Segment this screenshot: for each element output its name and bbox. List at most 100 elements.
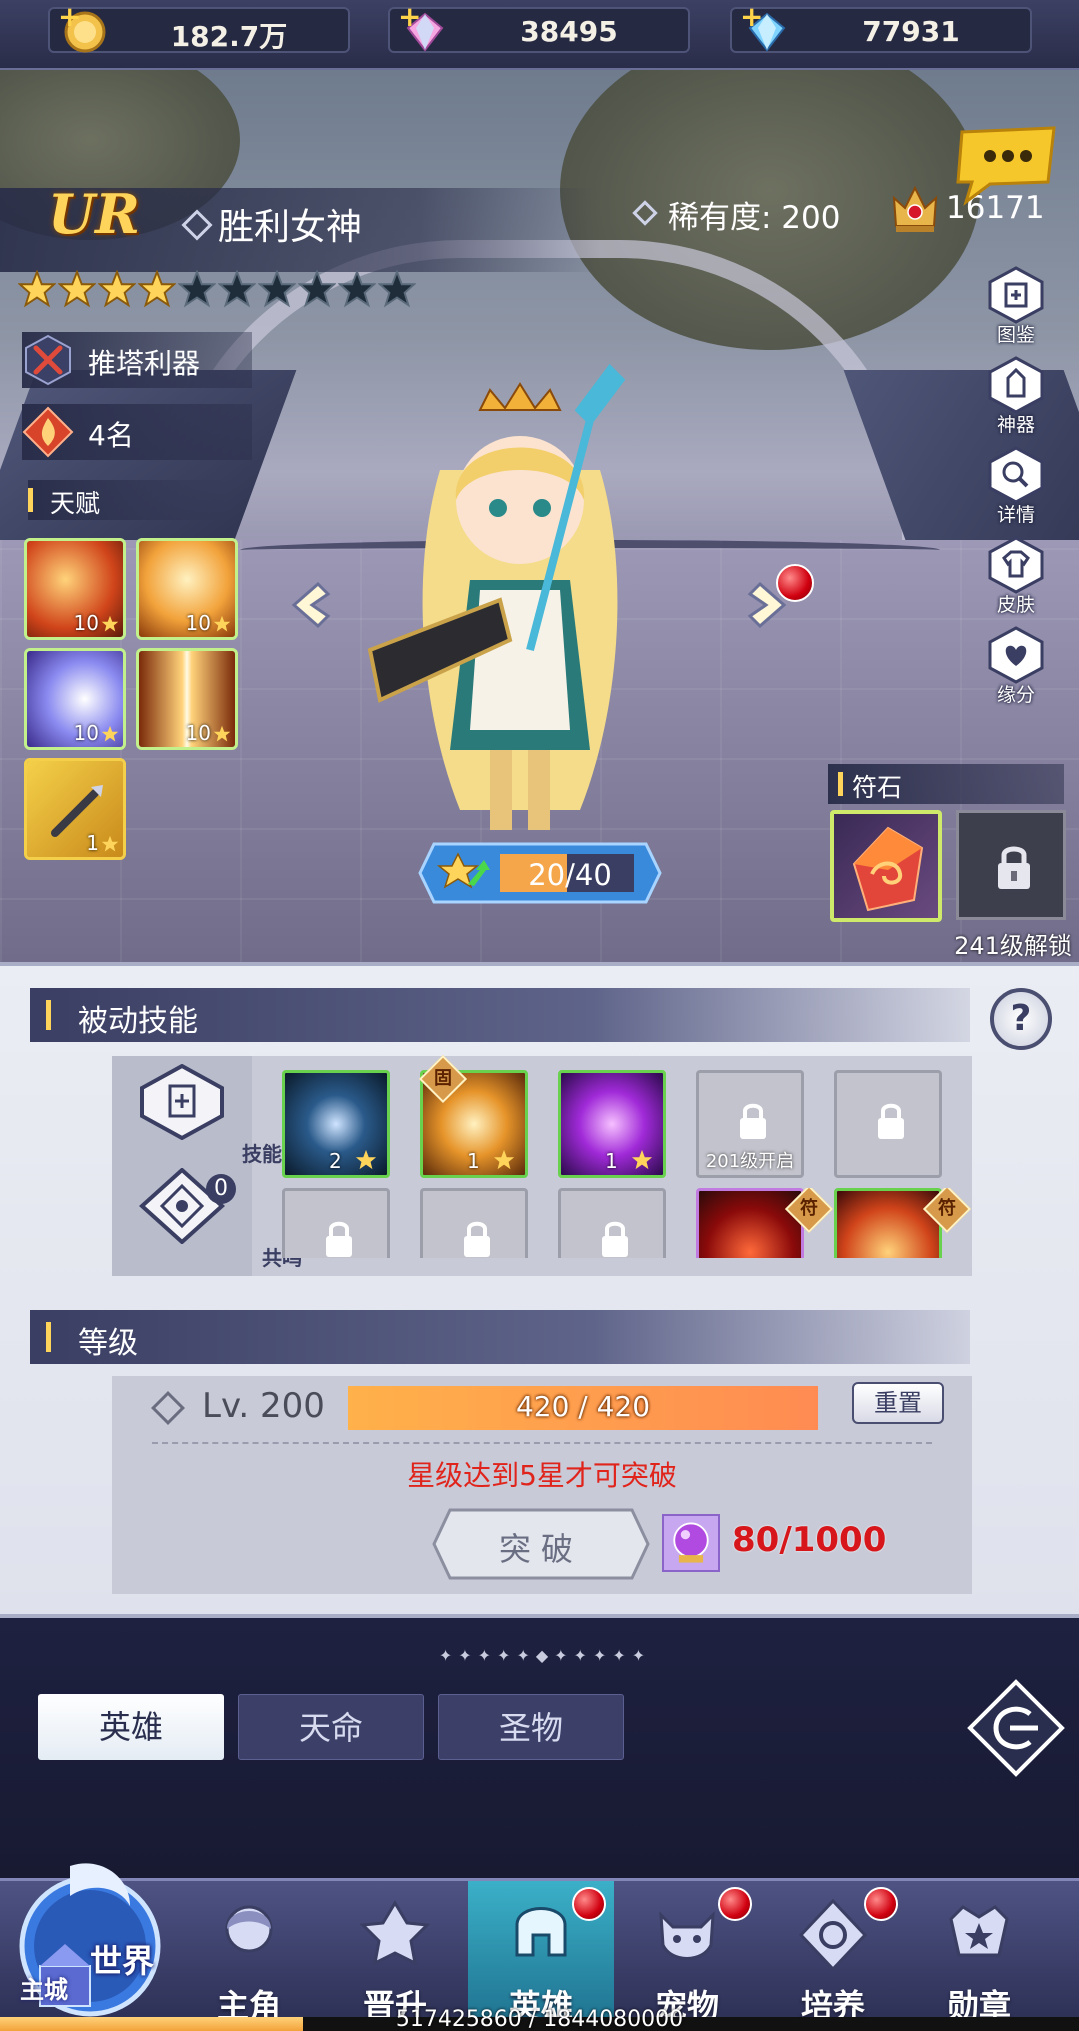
header-accent	[838, 772, 843, 796]
passive-skill-7-locked[interactable]	[420, 1188, 528, 1258]
star-empty-icon	[218, 270, 256, 308]
crossed-swords-icon	[25, 334, 71, 386]
skin-button[interactable]: 皮肤	[978, 536, 1054, 620]
codex-button[interactable]: 图鉴	[978, 266, 1054, 350]
notification-dot	[718, 1887, 752, 1921]
diamond-icon	[151, 1391, 185, 1425]
passive-skill-6-locked[interactable]	[282, 1188, 390, 1258]
talent-slot-4[interactable]: 10	[136, 648, 238, 750]
add-blue-gem-icon[interactable]: +	[740, 3, 763, 31]
blue-gem-counter[interactable]: + 77931	[730, 3, 1032, 53]
bond-button[interactable]: 缘分	[978, 626, 1054, 710]
header-accent	[46, 1000, 51, 1030]
role-tag-label: 推塔利器	[88, 347, 201, 380]
rank-tag[interactable]: 4名	[22, 404, 252, 460]
pet-icon	[659, 1911, 715, 1960]
passive-skill-5-locked[interactable]	[834, 1070, 942, 1178]
side-button-label: 皮肤	[996, 594, 1035, 616]
star-empty-icon	[178, 270, 216, 308]
artifact-button[interactable]: 神器	[978, 356, 1054, 440]
star-icon	[101, 615, 119, 632]
tab-destiny[interactable]: 天命	[238, 1694, 424, 1760]
talent-level: 10	[185, 611, 211, 635]
passive-skill-1[interactable]: 2	[282, 1070, 390, 1178]
crown-icon	[892, 185, 938, 232]
star-empty-icon	[338, 270, 376, 308]
side-button-label: 详情	[996, 504, 1035, 526]
prev-hero-arrow[interactable]	[288, 580, 338, 630]
talent-header: 天赋	[28, 480, 228, 520]
star-icon	[101, 835, 119, 852]
rune-slot[interactable]	[830, 810, 942, 922]
talent-level: 10	[185, 721, 211, 745]
skill-row-2: 符 符	[282, 1188, 972, 1258]
heart-icon	[988, 626, 1044, 684]
rune-skill-1[interactable]	[696, 1188, 804, 1258]
level-header: 等级	[30, 1310, 970, 1364]
passive-skill-3[interactable]: 1	[558, 1070, 666, 1178]
lock-icon	[998, 846, 1030, 889]
lock-icon	[602, 1221, 628, 1257]
hero-head-icon	[225, 1905, 273, 1953]
magnifier-icon	[988, 446, 1044, 504]
world-label: 世界	[90, 1942, 155, 1980]
account-exp-text: 517425860 / 1844080000	[395, 2007, 684, 2031]
hero-scene: UR 胜利女神 稀有度: 200 16171 推塔利器 4名 天赋 10 10 …	[0, 70, 1079, 962]
rarity-label: 稀有度: 200	[668, 200, 841, 236]
talent-level: 10	[73, 721, 99, 745]
pink-gem-counter[interactable]: + 38495	[388, 3, 690, 53]
passive-skill-4-locked[interactable]: 201级开启	[696, 1070, 804, 1178]
add-gold-icon[interactable]: +	[58, 3, 81, 31]
talent-slot-2[interactable]: 10	[136, 538, 238, 640]
skill-codex-button[interactable]: 技能图鉴	[132, 1063, 322, 1166]
tab-relic[interactable]: 圣物	[438, 1694, 624, 1760]
star-icon	[213, 725, 231, 742]
rune-header: 符石	[828, 764, 1064, 804]
add-pink-gem-icon[interactable]: +	[398, 3, 421, 31]
promotion-icon	[359, 1900, 431, 1966]
breakthrough-button[interactable]: 突破	[430, 1506, 652, 1582]
skill-level: 1	[605, 1149, 618, 1173]
skill-side-panel: 技能图鉴 共鸣 0	[112, 1056, 322, 1276]
blue-gem-value: 77931	[862, 15, 960, 48]
star-icon	[101, 725, 119, 742]
talent-slot-3[interactable]: 10	[24, 648, 126, 750]
notification-dot	[776, 564, 814, 602]
rune-unlock-text: 241级解锁	[954, 932, 1072, 960]
role-tag[interactable]: 推塔利器	[22, 332, 252, 388]
book-icon	[988, 266, 1044, 324]
talent-slot-5[interactable]: 1	[24, 758, 126, 860]
gold-value: 182.7万	[170, 20, 288, 53]
star-filled-icon	[18, 270, 56, 308]
chat-bubble-button[interactable]	[950, 122, 1060, 206]
artifact-icon	[988, 356, 1044, 414]
star-icon	[213, 615, 231, 632]
talent-slot-1[interactable]: 10	[24, 538, 126, 640]
reset-button[interactable]: 重置	[852, 1382, 944, 1424]
skill-level: 2	[329, 1149, 342, 1173]
fixed-skill-tag-label: 固	[434, 1068, 452, 1089]
star-icon	[493, 1149, 515, 1170]
help-button[interactable]: ?	[990, 988, 1052, 1050]
rune-title: 符石	[852, 773, 903, 802]
star-empty-icon	[258, 270, 296, 308]
gold-counter[interactable]: + 182.7万	[48, 3, 350, 53]
passive-skills-header: 被动技能	[30, 988, 970, 1042]
grade-badge: UR	[48, 182, 140, 246]
details-button[interactable]: 详情	[978, 446, 1054, 530]
breakthrough-label: 突破	[498, 1530, 583, 1568]
decorative-divider: ✦✦✦✦✦◆✦✦✦✦✦	[438, 1646, 652, 1665]
level-up-progress: 20/40	[528, 858, 612, 892]
rune-skill-2[interactable]	[834, 1188, 942, 1258]
passive-skill-8-locked[interactable]	[558, 1188, 666, 1258]
currency-bar: + 182.7万 + 38495 + 77931	[0, 0, 1079, 70]
lock-icon	[878, 1103, 904, 1139]
level-box: Lv. 200 420 / 420 重置 星级达到5星才可突破 突破 80/10…	[112, 1376, 972, 1594]
hero-character[interactable]	[350, 350, 690, 850]
breakthrough-hint: 星级达到5星才可突破	[407, 1459, 677, 1492]
dotted-divider	[152, 1442, 932, 1444]
switch-view-button[interactable]	[966, 1678, 1066, 1778]
rune-slot-locked[interactable]	[956, 810, 1066, 920]
tab-hero[interactable]: 英雄	[38, 1694, 224, 1760]
hero-level: Lv. 200	[202, 1386, 325, 1426]
